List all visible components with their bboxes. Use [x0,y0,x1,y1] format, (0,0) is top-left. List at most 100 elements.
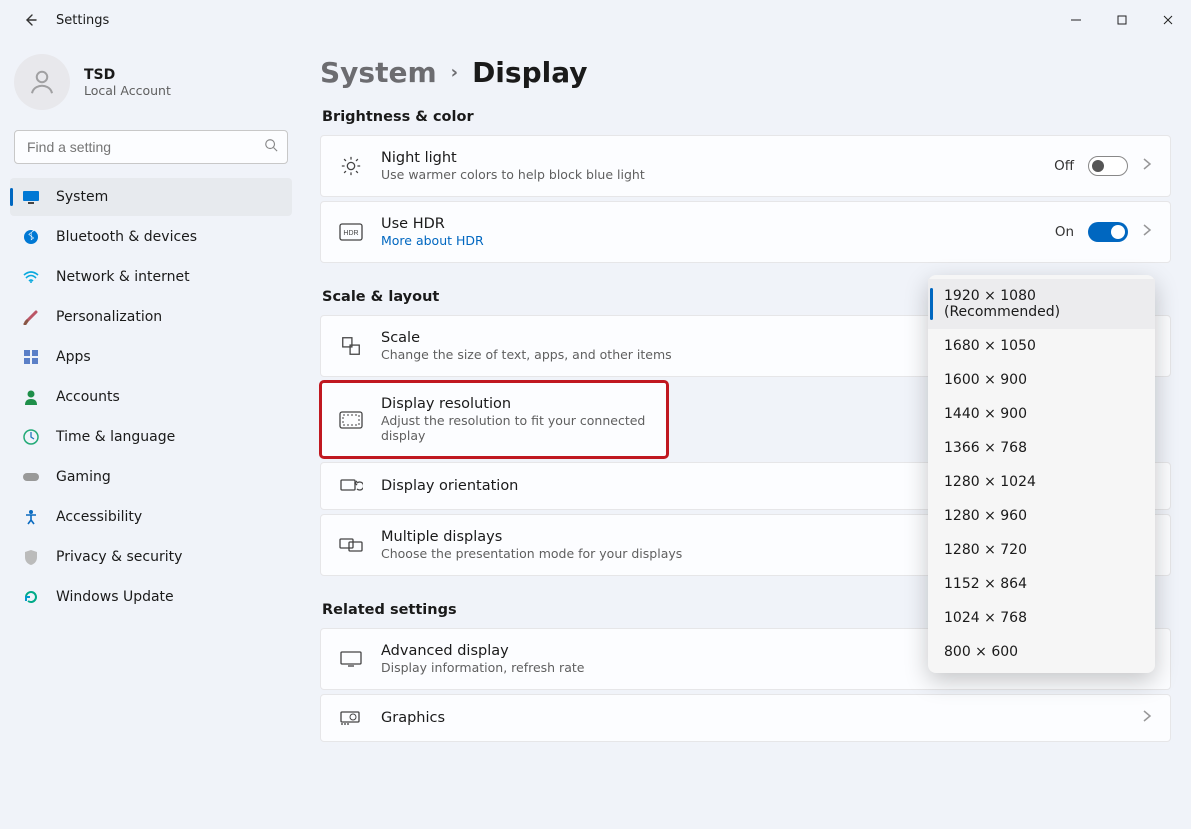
resolution-option[interactable]: 1280 × 1024 [928,465,1155,499]
sidebar: TSD Local Account System Bluetooth & dev… [0,40,300,829]
maximize-icon [1117,15,1127,25]
sidebar-item-personalization[interactable]: Personalization [10,298,292,336]
chevron-right-icon [1142,223,1152,241]
gamepad-icon [22,471,40,483]
window-controls [1053,4,1191,36]
svg-text:HDR: HDR [343,230,358,237]
close-button[interactable] [1145,4,1191,36]
resolution-option[interactable]: 1024 × 768 [928,601,1155,635]
sidebar-item-network[interactable]: Network & internet [10,258,292,296]
resolution-option[interactable]: 1920 × 1080 (Recommended) [928,279,1155,329]
apps-icon [22,350,40,364]
sidebar-item-privacy[interactable]: Privacy & security [10,538,292,576]
hdr-icon: HDR [339,223,363,241]
sidebar-item-label: Accessibility [56,509,142,525]
sun-icon [339,155,363,177]
resolution-option[interactable]: 1366 × 768 [928,431,1155,465]
person-icon [27,67,57,97]
page-title: Display [472,56,587,89]
wifi-icon [22,271,40,283]
card-title: Multiple displays [381,529,930,545]
card-sub: Use warmer colors to help block blue lig… [381,167,1036,182]
sidebar-item-apps[interactable]: Apps [10,338,292,376]
displays-icon [339,536,363,554]
toggle-state: On [1055,224,1074,240]
account-icon [22,389,40,405]
card-hdr[interactable]: HDR Use HDR More about HDR On [320,201,1171,263]
globe-clock-icon [22,429,40,445]
sidebar-item-label: Network & internet [56,269,190,285]
sidebar-item-label: System [56,189,108,205]
sidebar-item-system[interactable]: System [10,178,292,216]
bluetooth-icon [22,229,40,245]
chevron-right-icon [1142,157,1152,175]
sidebar-item-label: Gaming [56,469,111,485]
update-icon [22,589,40,605]
resolution-option[interactable]: 1152 × 864 [928,567,1155,601]
account-name: TSD [84,67,171,83]
card-title: Graphics [381,710,1124,726]
card-sub: Adjust the resolution to fit your connec… [381,413,649,443]
card-title: Display orientation [381,478,930,494]
hdr-toggle[interactable] [1088,222,1128,242]
card-title: Use HDR [381,216,1037,232]
minimize-button[interactable] [1053,4,1099,36]
chevron-right-icon [1142,709,1152,727]
gpu-icon [339,709,363,727]
night-light-toggle[interactable] [1088,156,1128,176]
sidebar-item-time[interactable]: Time & language [10,418,292,456]
sidebar-item-label: Bluetooth & devices [56,229,197,245]
sidebar-item-accessibility[interactable]: Accessibility [10,498,292,536]
sidebar-item-label: Windows Update [56,589,174,605]
monitor-icon [339,650,363,668]
card-sub: Change the size of text, apps, and other… [381,347,930,362]
resolution-option[interactable]: 1600 × 900 [928,363,1155,397]
section-brightness: Brightness & color Night light Use warme… [320,109,1171,263]
search-input[interactable] [14,130,288,164]
resolution-option[interactable]: 1680 × 1050 [928,329,1155,363]
avatar [14,54,70,110]
back-arrow-icon [22,12,38,28]
sidebar-item-label: Privacy & security [56,549,182,565]
resolution-option[interactable]: 800 × 600 [928,635,1155,669]
sidebar-item-bluetooth[interactable]: Bluetooth & devices [10,218,292,256]
breadcrumb-parent[interactable]: System [320,56,437,89]
orientation-icon [339,477,363,495]
card-resolution[interactable]: Display resolution Adjust the resolution… [320,381,668,458]
sidebar-item-label: Apps [56,349,91,365]
sidebar-item-accounts[interactable]: Accounts [10,378,292,416]
search-wrap [14,130,288,164]
account-sub: Local Account [84,83,171,98]
hdr-more-link[interactable]: More about HDR [381,233,1037,248]
card-graphics[interactable]: Graphics [320,694,1171,742]
sidebar-item-label: Accounts [56,389,120,405]
sidebar-item-gaming[interactable]: Gaming [10,458,292,496]
maximize-button[interactable] [1099,4,1145,36]
resolution-option[interactable]: 1280 × 720 [928,533,1155,567]
minimize-icon [1071,15,1081,25]
resolution-option[interactable]: 1440 × 900 [928,397,1155,431]
sidebar-item-label: Personalization [56,309,162,325]
card-title: Night light [381,150,1036,166]
resolution-dropdown[interactable]: 1920 × 1080 (Recommended) 1680 × 1050 16… [928,275,1155,673]
breadcrumb: System › Display [320,56,1171,89]
account-header[interactable]: TSD Local Account [10,50,292,124]
card-title: Scale [381,330,930,346]
accessibility-icon [22,509,40,525]
section-heading: Brightness & color [322,109,1171,125]
search-icon [264,138,278,156]
close-icon [1163,15,1173,25]
scale-icon [339,335,363,357]
back-button[interactable] [12,2,48,38]
sidebar-item-update[interactable]: Windows Update [10,578,292,616]
sidebar-item-label: Time & language [56,429,175,445]
card-title: Display resolution [381,396,649,412]
shield-icon [22,549,40,565]
window-title: Settings [56,13,109,28]
titlebar: Settings [0,0,1191,40]
system-icon [22,190,40,204]
card-night-light[interactable]: Night light Use warmer colors to help bl… [320,135,1171,197]
toggle-state: Off [1054,158,1074,174]
resolution-icon [339,411,363,429]
resolution-option[interactable]: 1280 × 960 [928,499,1155,533]
